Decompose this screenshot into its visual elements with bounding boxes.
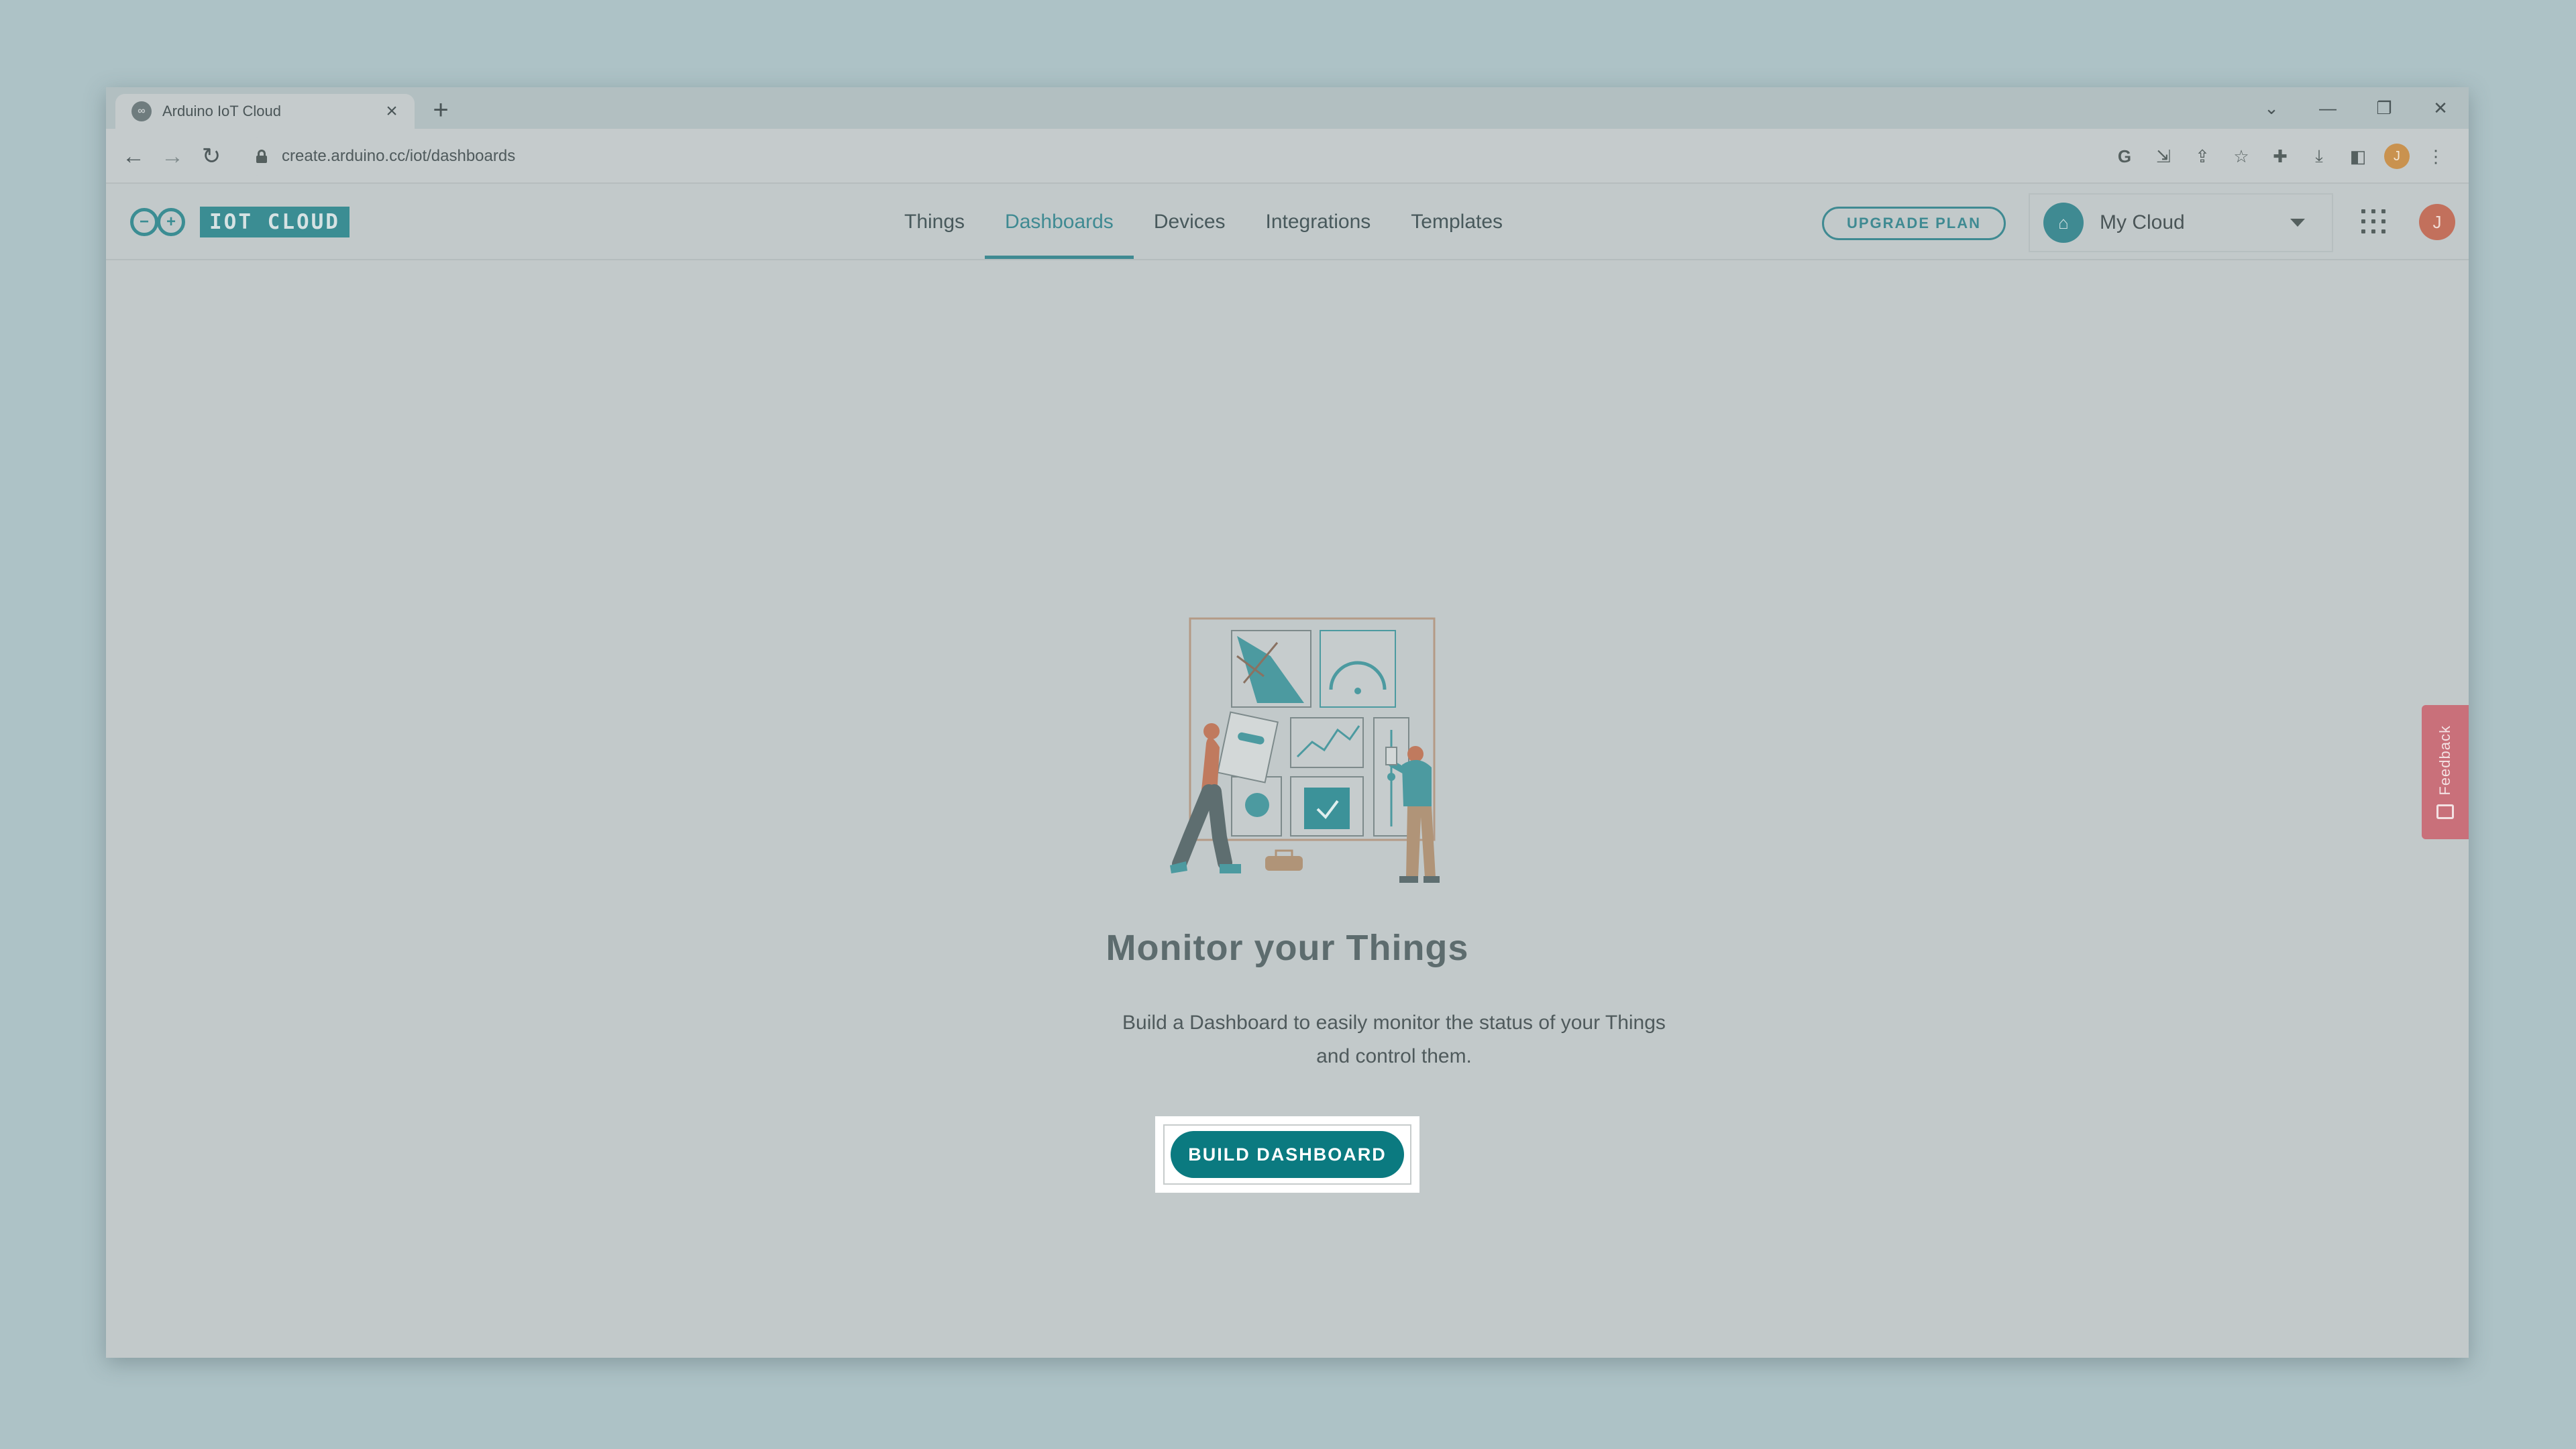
- nav-item-things[interactable]: Things: [884, 185, 985, 259]
- restore-button[interactable]: ❐: [2356, 87, 2412, 129]
- tab-title: Arduino IoT Cloud: [162, 103, 281, 119]
- home-icon: ⌂: [2043, 203, 2084, 243]
- browser-toolbar: ← → ↻ create.arduino.cc/iot/dashboards G…: [106, 129, 2469, 184]
- app-header: − + IOT CLOUD Things Dashboards Devices …: [106, 185, 2469, 260]
- tab-strip: ∞ Arduino IoT Cloud × + ⌄ — ❐ ✕: [106, 87, 2469, 129]
- download-icon[interactable]: ⤓: [2300, 138, 2339, 174]
- build-dashboard-button[interactable]: BUILD DASHBOARD: [1171, 1131, 1404, 1178]
- caret-down-icon: [2290, 219, 2305, 227]
- extensions-puzzle-icon[interactable]: ✚: [2261, 138, 2300, 174]
- profile-button[interactable]: J: [2377, 138, 2416, 174]
- empty-state-title: Monitor your Things: [1106, 928, 1469, 968]
- empty-state: Monitor your Things Build a Dashboard to…: [106, 260, 2469, 1358]
- window-controls: ⌄ — ❐ ✕: [2243, 87, 2469, 129]
- logo-plus-ring: +: [157, 208, 185, 236]
- empty-state-description: Build a Dashboard to easily monitor the …: [1122, 1012, 1666, 1067]
- google-icon[interactable]: G: [2105, 138, 2144, 174]
- lock-icon: [256, 150, 267, 163]
- extension-icons: G ⇲ ⇪ ☆ ✚ ⤓ ◧ J ⋮: [2105, 138, 2455, 174]
- feedback-label: Feedback: [2436, 724, 2453, 796]
- reload-button[interactable]: ↻: [193, 138, 229, 174]
- iot-cloud-logo[interactable]: − + IOT CLOUD: [130, 207, 350, 237]
- tab-search-button[interactable]: ⌄: [2243, 87, 2300, 129]
- forward-button[interactable]: →: [154, 138, 191, 174]
- upgrade-plan-button[interactable]: UPGRADE PLAN: [1822, 207, 2006, 240]
- nav-item-devices[interactable]: Devices: [1134, 185, 1246, 259]
- browser-tab[interactable]: ∞ Arduino IoT Cloud ×: [115, 94, 415, 129]
- profile-avatar: J: [2384, 144, 2410, 169]
- apps-grid-icon[interactable]: [2361, 209, 2385, 233]
- arduino-icon: ∞: [131, 101, 152, 121]
- back-button[interactable]: ←: [115, 138, 152, 174]
- close-window-button[interactable]: ✕: [2412, 87, 2469, 129]
- space-selector[interactable]: ⌂ My Cloud: [2029, 193, 2333, 252]
- main-nav: Things Dashboards Devices Integrations T…: [884, 185, 1523, 259]
- browser-menu-icon[interactable]: ⋮: [2416, 138, 2455, 174]
- logo-text: IOT CLOUD: [200, 207, 350, 237]
- space-name: My Cloud: [2100, 211, 2185, 233]
- feedback-icon: [2436, 804, 2454, 820]
- url-text: create.arduino.cc/iot/dashboards: [282, 147, 516, 165]
- close-icon[interactable]: ×: [380, 101, 404, 121]
- new-tab-button[interactable]: +: [424, 94, 458, 127]
- minimize-button[interactable]: —: [2300, 87, 2356, 129]
- install-icon[interactable]: ⇲: [2144, 138, 2183, 174]
- nav-item-templates[interactable]: Templates: [1391, 185, 1523, 259]
- nav-item-integrations[interactable]: Integrations: [1246, 185, 1391, 259]
- bookmark-star-icon[interactable]: ☆: [2222, 138, 2261, 174]
- dashboard-illustration: [1170, 617, 1440, 883]
- address-bar[interactable]: create.arduino.cc/iot/dashboards: [240, 137, 2192, 176]
- build-dashboard-focus-ring: BUILD DASHBOARD: [1163, 1124, 1411, 1185]
- arduino-logo-icon: − +: [130, 207, 195, 237]
- feedback-tab[interactable]: Feedback: [2422, 705, 2469, 839]
- side-panel-icon[interactable]: ◧: [2339, 138, 2377, 174]
- logo-minus-ring: −: [130, 208, 158, 236]
- nav-item-dashboards[interactable]: Dashboards: [985, 185, 1134, 259]
- browser-window: ∞ Arduino IoT Cloud × + ⌄ — ❐ ✕ ← → ↻ cr…: [106, 87, 2469, 1358]
- build-dashboard-highlight: BUILD DASHBOARD: [1155, 1116, 1419, 1193]
- user-avatar[interactable]: J: [2419, 204, 2455, 240]
- share-icon[interactable]: ⇪: [2183, 138, 2222, 174]
